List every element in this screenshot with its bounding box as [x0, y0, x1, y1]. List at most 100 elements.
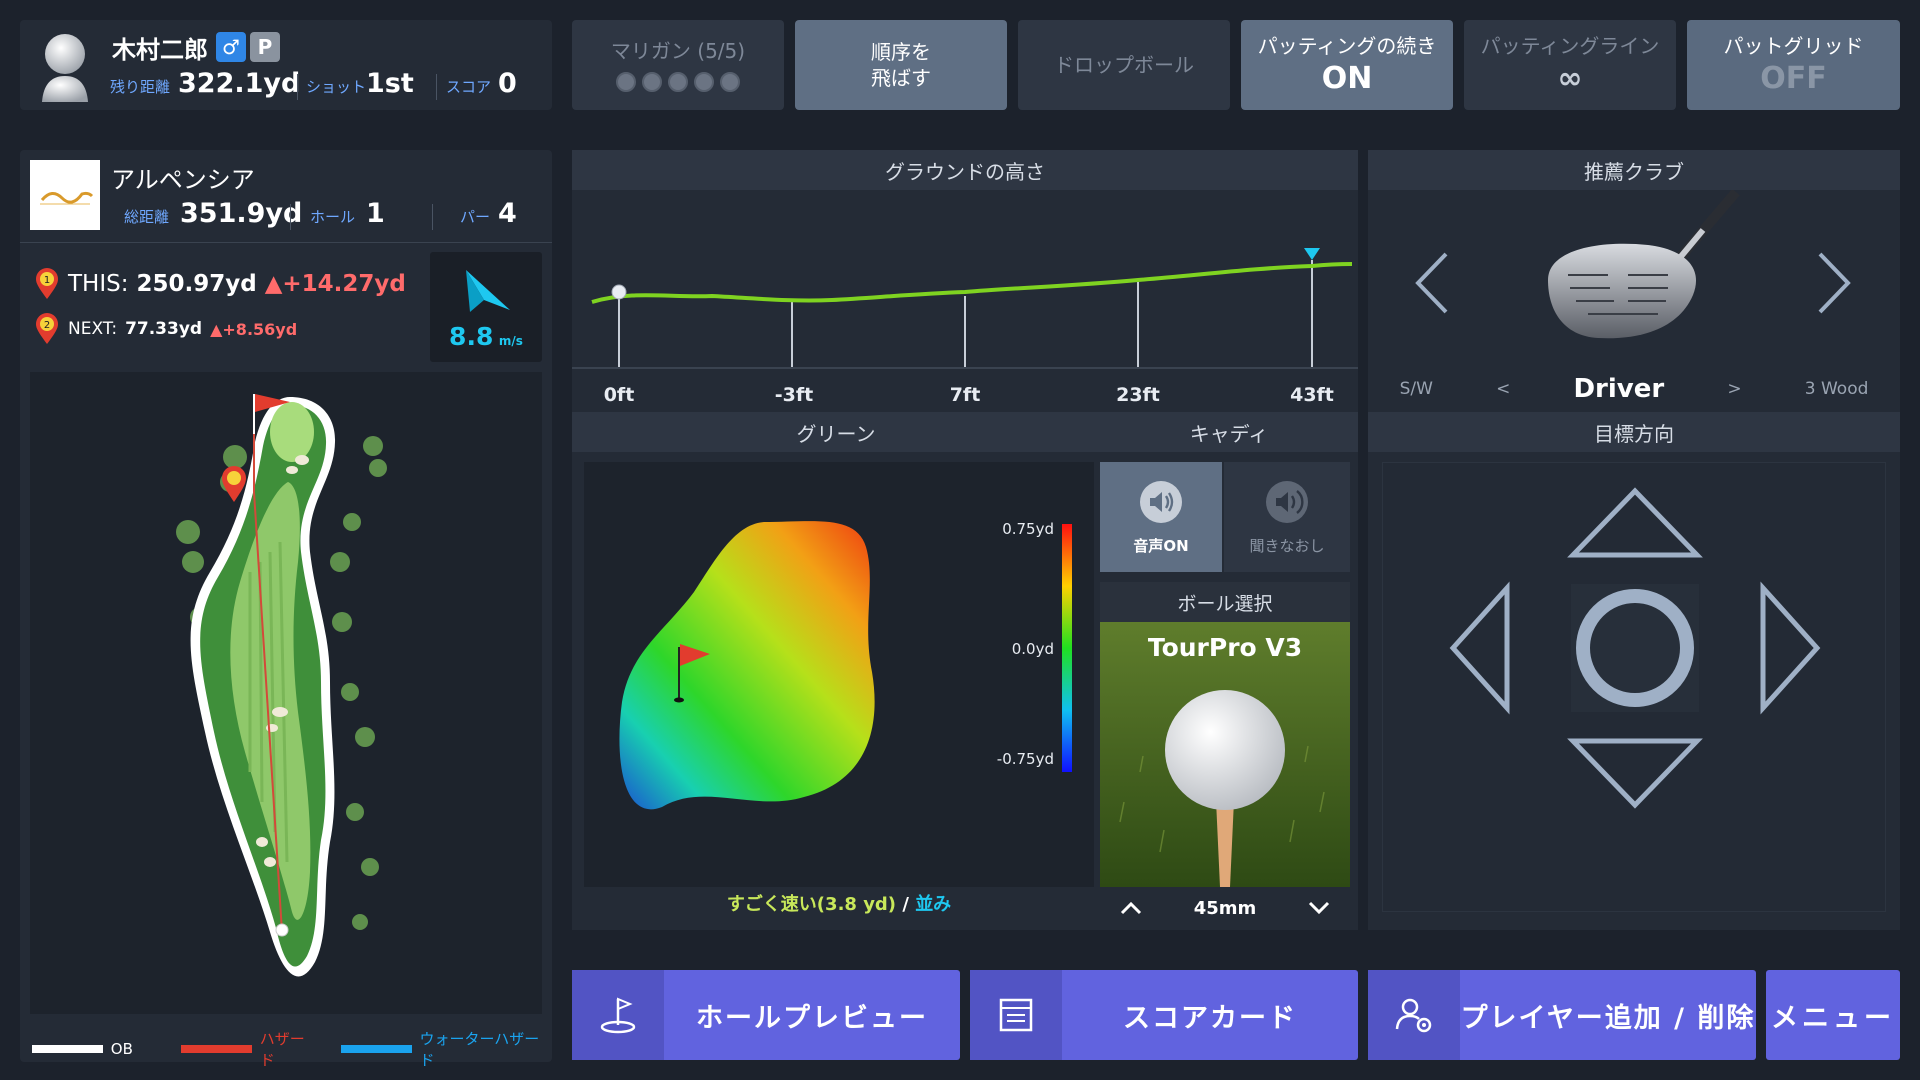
- terrain-line: [591, 262, 1353, 304]
- shot-value: 1st: [366, 68, 414, 99]
- score-label: スコア: [446, 78, 492, 96]
- divider: [20, 242, 552, 243]
- marker-1-map-dot: [227, 471, 241, 485]
- golf-ball-icon: [1165, 690, 1285, 810]
- green-scale-labels: 0.75yd 0.0yd -0.75yd: [997, 520, 1054, 768]
- club-prev-label[interactable]: S/W: [1400, 379, 1433, 399]
- aim-direction-pad: [1449, 487, 1821, 809]
- club-selector-row: S/W < Driver > 3 Wood: [1368, 374, 1900, 404]
- skip-order-button[interactable]: 順序を 飛ばす: [795, 20, 1007, 110]
- mulligan-dot: [642, 72, 662, 92]
- putting-line-button[interactable]: パッティングライン ∞: [1464, 20, 1676, 110]
- wind-value: 8.8: [449, 322, 494, 351]
- chevron-up-icon: [1120, 901, 1142, 914]
- scorecard-icon-wrap: [970, 970, 1062, 1060]
- tee-up-button[interactable]: [1120, 896, 1142, 921]
- aim-pad: [1382, 462, 1886, 912]
- speaker-replay-icon: [1266, 480, 1308, 523]
- ground-tick-lines: [618, 260, 1313, 368]
- par-label: パー: [460, 208, 491, 226]
- listen-again-button[interactable]: 聞きなおし: [1224, 462, 1350, 572]
- score-value: 0: [498, 68, 517, 99]
- scale-top: 0.75yd: [1002, 520, 1054, 538]
- drop-ball-button[interactable]: ドロップボール: [1018, 20, 1230, 110]
- mulligan-dot: [616, 72, 636, 92]
- green-map[interactable]: 0.75yd 0.0yd -0.75yd: [584, 462, 1094, 887]
- green-surface: [619, 521, 875, 810]
- scale-mid: 0.0yd: [1012, 640, 1054, 658]
- mulligan-dots: [616, 72, 740, 92]
- scale-bottom: -0.75yd: [997, 750, 1054, 768]
- remaining-label: 残り距離: [110, 78, 171, 96]
- user-settings-icon: [1395, 998, 1432, 1033]
- ground-tick-1: -3ft: [775, 384, 813, 406]
- hole-preview-button[interactable]: ホールプレビュー: [572, 970, 960, 1060]
- marker-1-number: 1: [44, 275, 50, 286]
- green-speed: すごく速い(3.8 yd) / 並み: [584, 890, 1094, 916]
- mulligan-dot: [720, 72, 740, 92]
- ground-height-panel: グラウンドの高さ 0ft -3ft 7ft 23ft 43ft: [572, 150, 1358, 412]
- club-next-arrow-icon[interactable]: [1814, 250, 1854, 316]
- aim-down-icon[interactable]: [1567, 738, 1703, 809]
- marker-2-number: 2: [44, 320, 50, 331]
- target-marker-icon: [1304, 248, 1320, 260]
- put-grid-label: パットグリッド: [1723, 33, 1864, 58]
- ball-icon: [275, 923, 289, 937]
- menu-button[interactable]: メニュー: [1766, 970, 1900, 1060]
- ground-tick-3: 23ft: [1116, 384, 1160, 406]
- speaker-on-icon: [1140, 480, 1182, 523]
- green-area: [270, 402, 314, 462]
- cup-icon: [674, 697, 684, 703]
- putting-continue-label: パッティングの続き: [1257, 33, 1437, 58]
- ground-tick-4: 43ft: [1290, 384, 1334, 406]
- ball-select-panel[interactable]: ボール選択 TourPro V3: [1100, 582, 1350, 887]
- put-grid-button[interactable]: パットグリッド OFF: [1687, 20, 1900, 110]
- map-legend: OB ハザード ウォーターハザード: [32, 1028, 552, 1070]
- voice-on-button[interactable]: 音声ON: [1100, 462, 1222, 572]
- player-edit-button[interactable]: プレイヤー追加 / 削除: [1368, 970, 1756, 1060]
- ground-tick-2: 7ft: [950, 384, 981, 406]
- aim-up-icon[interactable]: [1567, 487, 1703, 558]
- club-prev-arrow-icon[interactable]: [1412, 250, 1452, 316]
- course-logo: [30, 160, 100, 230]
- skip-order-line2: 飛ばす: [871, 66, 931, 90]
- marker-2-icon: 2: [36, 313, 58, 344]
- club-lt-label: <: [1496, 379, 1511, 399]
- mulligan-dot: [668, 72, 688, 92]
- club-next-label[interactable]: 3 Wood: [1805, 379, 1869, 399]
- ball-start-icon: [611, 284, 627, 300]
- mulligan-button[interactable]: マリガン (5/5): [572, 20, 784, 110]
- ball-select-title: ボール選択: [1100, 582, 1350, 622]
- player-card: 木村二郎 ♂ P 残り距離 322.1yd ショット 1st スコア 0: [20, 20, 552, 110]
- aim-center-bg: [1571, 584, 1699, 712]
- mulligan-dot: [694, 72, 714, 92]
- tee-height-value: 45mm: [1193, 897, 1257, 919]
- legend-hazard-swatch: [180, 1045, 252, 1053]
- putting-continue-button[interactable]: パッティングの続き ON: [1241, 20, 1453, 110]
- green-grass-text: 並み: [915, 894, 952, 915]
- player-avatar: [42, 34, 88, 102]
- wind-unit: m/s: [498, 334, 523, 348]
- green-title: グリーン: [572, 412, 1100, 452]
- aim-left-icon[interactable]: [1449, 581, 1510, 715]
- course-name: アルペンシア: [111, 166, 255, 194]
- separator: [436, 74, 437, 100]
- player-edit-icon-wrap: [1368, 970, 1460, 1060]
- tee-down-button[interactable]: [1308, 896, 1330, 921]
- p-badge: P: [250, 32, 280, 62]
- total-distance-value: 351.9yd: [180, 198, 303, 229]
- aim-right-icon[interactable]: [1760, 581, 1821, 715]
- par-value: 4: [498, 198, 517, 229]
- this-delta: ▲+14.27yd: [264, 271, 406, 297]
- scorecard-button[interactable]: スコアカード: [970, 970, 1358, 1060]
- player-edit-label: プレイヤー追加 / 削除: [1460, 1002, 1756, 1034]
- next-distance-row: 2 NEXT: 77.33yd ▲+8.56yd: [34, 313, 297, 345]
- tee-height-control: 45mm: [1100, 890, 1350, 926]
- hole-map[interactable]: [30, 372, 542, 1014]
- green-speed-text: すごく速い(3.8 yd): [726, 894, 897, 915]
- flag-pin-icon: [600, 997, 636, 1034]
- green-caddie-section: グリーン キャディ 0.75yd 0.0yd -0.75yd すごく速い(3.8…: [572, 412, 1358, 930]
- ball-name: TourPro V3: [1148, 633, 1302, 662]
- wind-indicator: 8.8 m/s: [430, 252, 542, 362]
- club-gt-label: >: [1727, 379, 1742, 399]
